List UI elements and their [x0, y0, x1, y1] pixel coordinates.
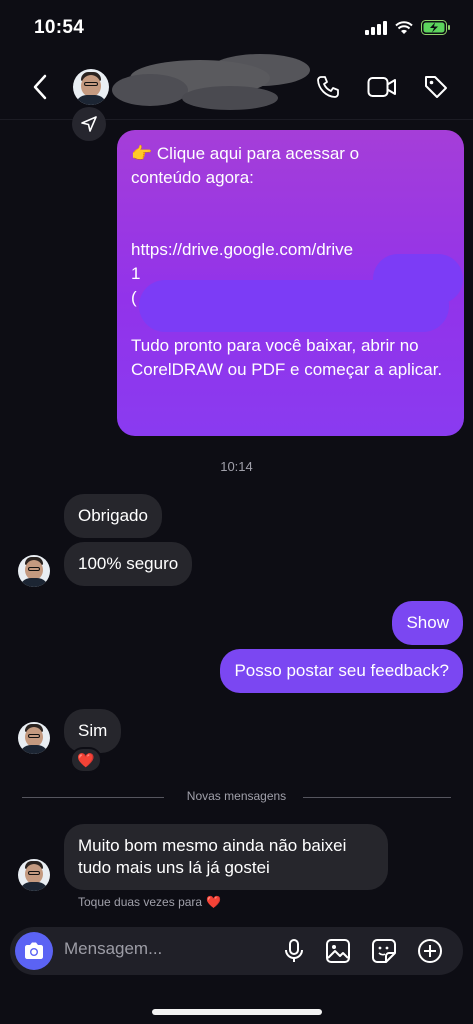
- heart-reaction[interactable]: ❤️: [70, 747, 102, 773]
- divider-label: Novas mensagens: [186, 789, 287, 803]
- send-icon: [81, 116, 97, 132]
- incoming-message[interactable]: 100% seguro: [64, 542, 193, 586]
- tag-icon[interactable]: [423, 74, 449, 100]
- sticker-icon[interactable]: [371, 938, 397, 964]
- home-indicator[interactable]: [152, 1009, 322, 1015]
- sender-avatar[interactable]: [18, 722, 50, 754]
- message-intro: 👉 Clique aqui para acessar o conteúdo ag…: [131, 144, 360, 187]
- status-time: 10:54: [34, 17, 85, 38]
- cellular-signal-icon: [365, 20, 387, 35]
- chevron-left-icon[interactable]: [28, 72, 52, 102]
- outgoing-message[interactable]: Posso postar seu feedback?: [220, 649, 463, 693]
- camera-button[interactable]: [15, 932, 53, 970]
- outgoing-message[interactable]: Show: [392, 601, 463, 645]
- sender-avatar[interactable]: [18, 555, 50, 587]
- message-composer: Mensagem...: [10, 927, 463, 975]
- chat-header: [0, 54, 473, 120]
- header-actions: [315, 74, 449, 100]
- image-gallery-icon[interactable]: [325, 938, 351, 964]
- hint-text: Toque duas vezes para: [78, 895, 203, 909]
- heart-icon: ❤️: [77, 751, 95, 768]
- new-messages-divider: Novas mensagens: [22, 789, 451, 805]
- incoming-message[interactable]: Obrigado: [64, 494, 162, 538]
- sender-avatar[interactable]: [18, 859, 50, 891]
- wifi-icon: [395, 20, 413, 34]
- video-icon[interactable]: [367, 75, 397, 99]
- add-icon[interactable]: [417, 938, 443, 964]
- battery-charging-icon: [421, 20, 450, 35]
- phone-icon[interactable]: [315, 74, 341, 100]
- incoming-message[interactable]: Muito bom mesmo ainda não baixei tudo ma…: [64, 824, 388, 890]
- outgoing-link-message[interactable]: 👉 Clique aqui para acessar o conteúdo ag…: [117, 130, 464, 436]
- contact-avatar[interactable]: [73, 69, 109, 105]
- redacted-contact-name[interactable]: [110, 50, 310, 116]
- chat-timestamp: 10:14: [220, 459, 253, 474]
- forward-button[interactable]: [72, 107, 106, 141]
- message-body: Tudo pronto para você baixar, abrir no C…: [131, 336, 443, 379]
- incoming-message[interactable]: Sim: [64, 709, 122, 753]
- redaction-blob: [139, 280, 449, 332]
- microphone-icon[interactable]: [283, 938, 305, 964]
- composer-actions: [283, 938, 443, 964]
- status-icons: [365, 20, 451, 35]
- double-tap-hint: Toque duas vezes para ❤️: [78, 895, 221, 909]
- heart-icon: ❤️: [206, 895, 222, 909]
- camera-icon: [25, 942, 43, 959]
- message-input[interactable]: Mensagem...: [64, 939, 162, 959]
